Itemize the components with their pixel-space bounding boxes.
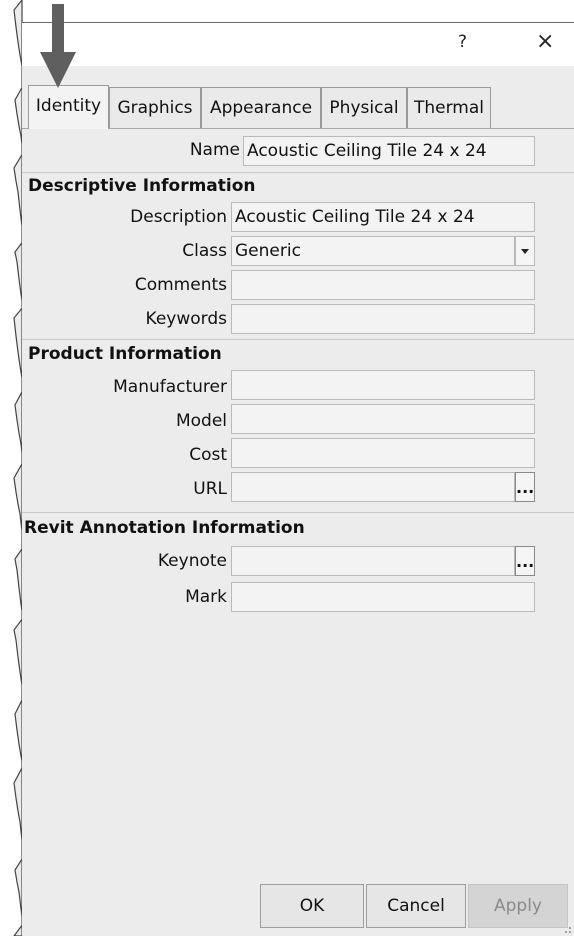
tab-thermal[interactable]: Thermal <box>407 87 491 128</box>
manufacturer-label: Manufacturer <box>113 377 227 397</box>
description-label: Description <box>130 207 227 227</box>
keynote-field[interactable] <box>231 546 515 576</box>
description-field[interactable]: Acoustic Ceiling Tile 24 x 24 <box>231 202 535 232</box>
tab-appearance[interactable]: Appearance <box>201 87 321 128</box>
cost-label: Cost <box>189 445 227 465</box>
model-label: Model <box>175 411 227 431</box>
name-field[interactable]: Acoustic Ceiling Tile 24 x 24 <box>243 136 535 166</box>
title-bar: ? × <box>22 22 574 66</box>
model-field[interactable] <box>231 404 535 434</box>
mark-field[interactable] <box>231 582 535 612</box>
close-icon[interactable]: × <box>536 29 554 54</box>
cost-field[interactable] <box>231 438 535 468</box>
manufacturer-field[interactable] <box>231 370 535 400</box>
keynote-label: Keynote <box>157 551 227 571</box>
url-browse-button[interactable]: ... <box>515 472 535 502</box>
class-select[interactable]: Generic <box>231 236 515 266</box>
section-divider <box>22 512 574 513</box>
chevron-down-icon[interactable] <box>515 236 535 266</box>
class-label: Class <box>182 241 227 261</box>
comments-field[interactable] <box>231 270 535 300</box>
section-title-descriptive: Descriptive Information <box>28 176 256 196</box>
name-label: Name <box>189 140 240 160</box>
apply-button[interactable]: Apply <box>468 884 568 928</box>
url-label: URL <box>193 479 227 499</box>
keywords-field[interactable] <box>231 304 535 334</box>
keynote-browse-button[interactable]: ... <box>515 546 535 576</box>
down-arrow-icon <box>40 4 76 88</box>
section-divider <box>22 172 574 173</box>
comments-label: Comments <box>134 275 227 295</box>
tab-physical[interactable]: Physical <box>321 87 407 128</box>
section-title-product: Product Information <box>28 344 222 364</box>
tab-identity[interactable]: Identity <box>28 85 109 129</box>
keywords-label: Keywords <box>145 309 227 329</box>
mark-label: Mark <box>185 587 227 607</box>
ok-button[interactable]: OK <box>260 884 364 928</box>
section-title-annotation: Revit Annotation Information <box>24 518 305 538</box>
help-icon[interactable]: ? <box>458 32 467 52</box>
resize-grip-icon[interactable] <box>562 924 572 934</box>
title-border <box>22 22 574 23</box>
url-field[interactable] <box>231 472 515 502</box>
section-divider <box>22 339 574 340</box>
tab-graphics[interactable]: Graphics <box>109 87 201 128</box>
cancel-button[interactable]: Cancel <box>366 884 466 928</box>
